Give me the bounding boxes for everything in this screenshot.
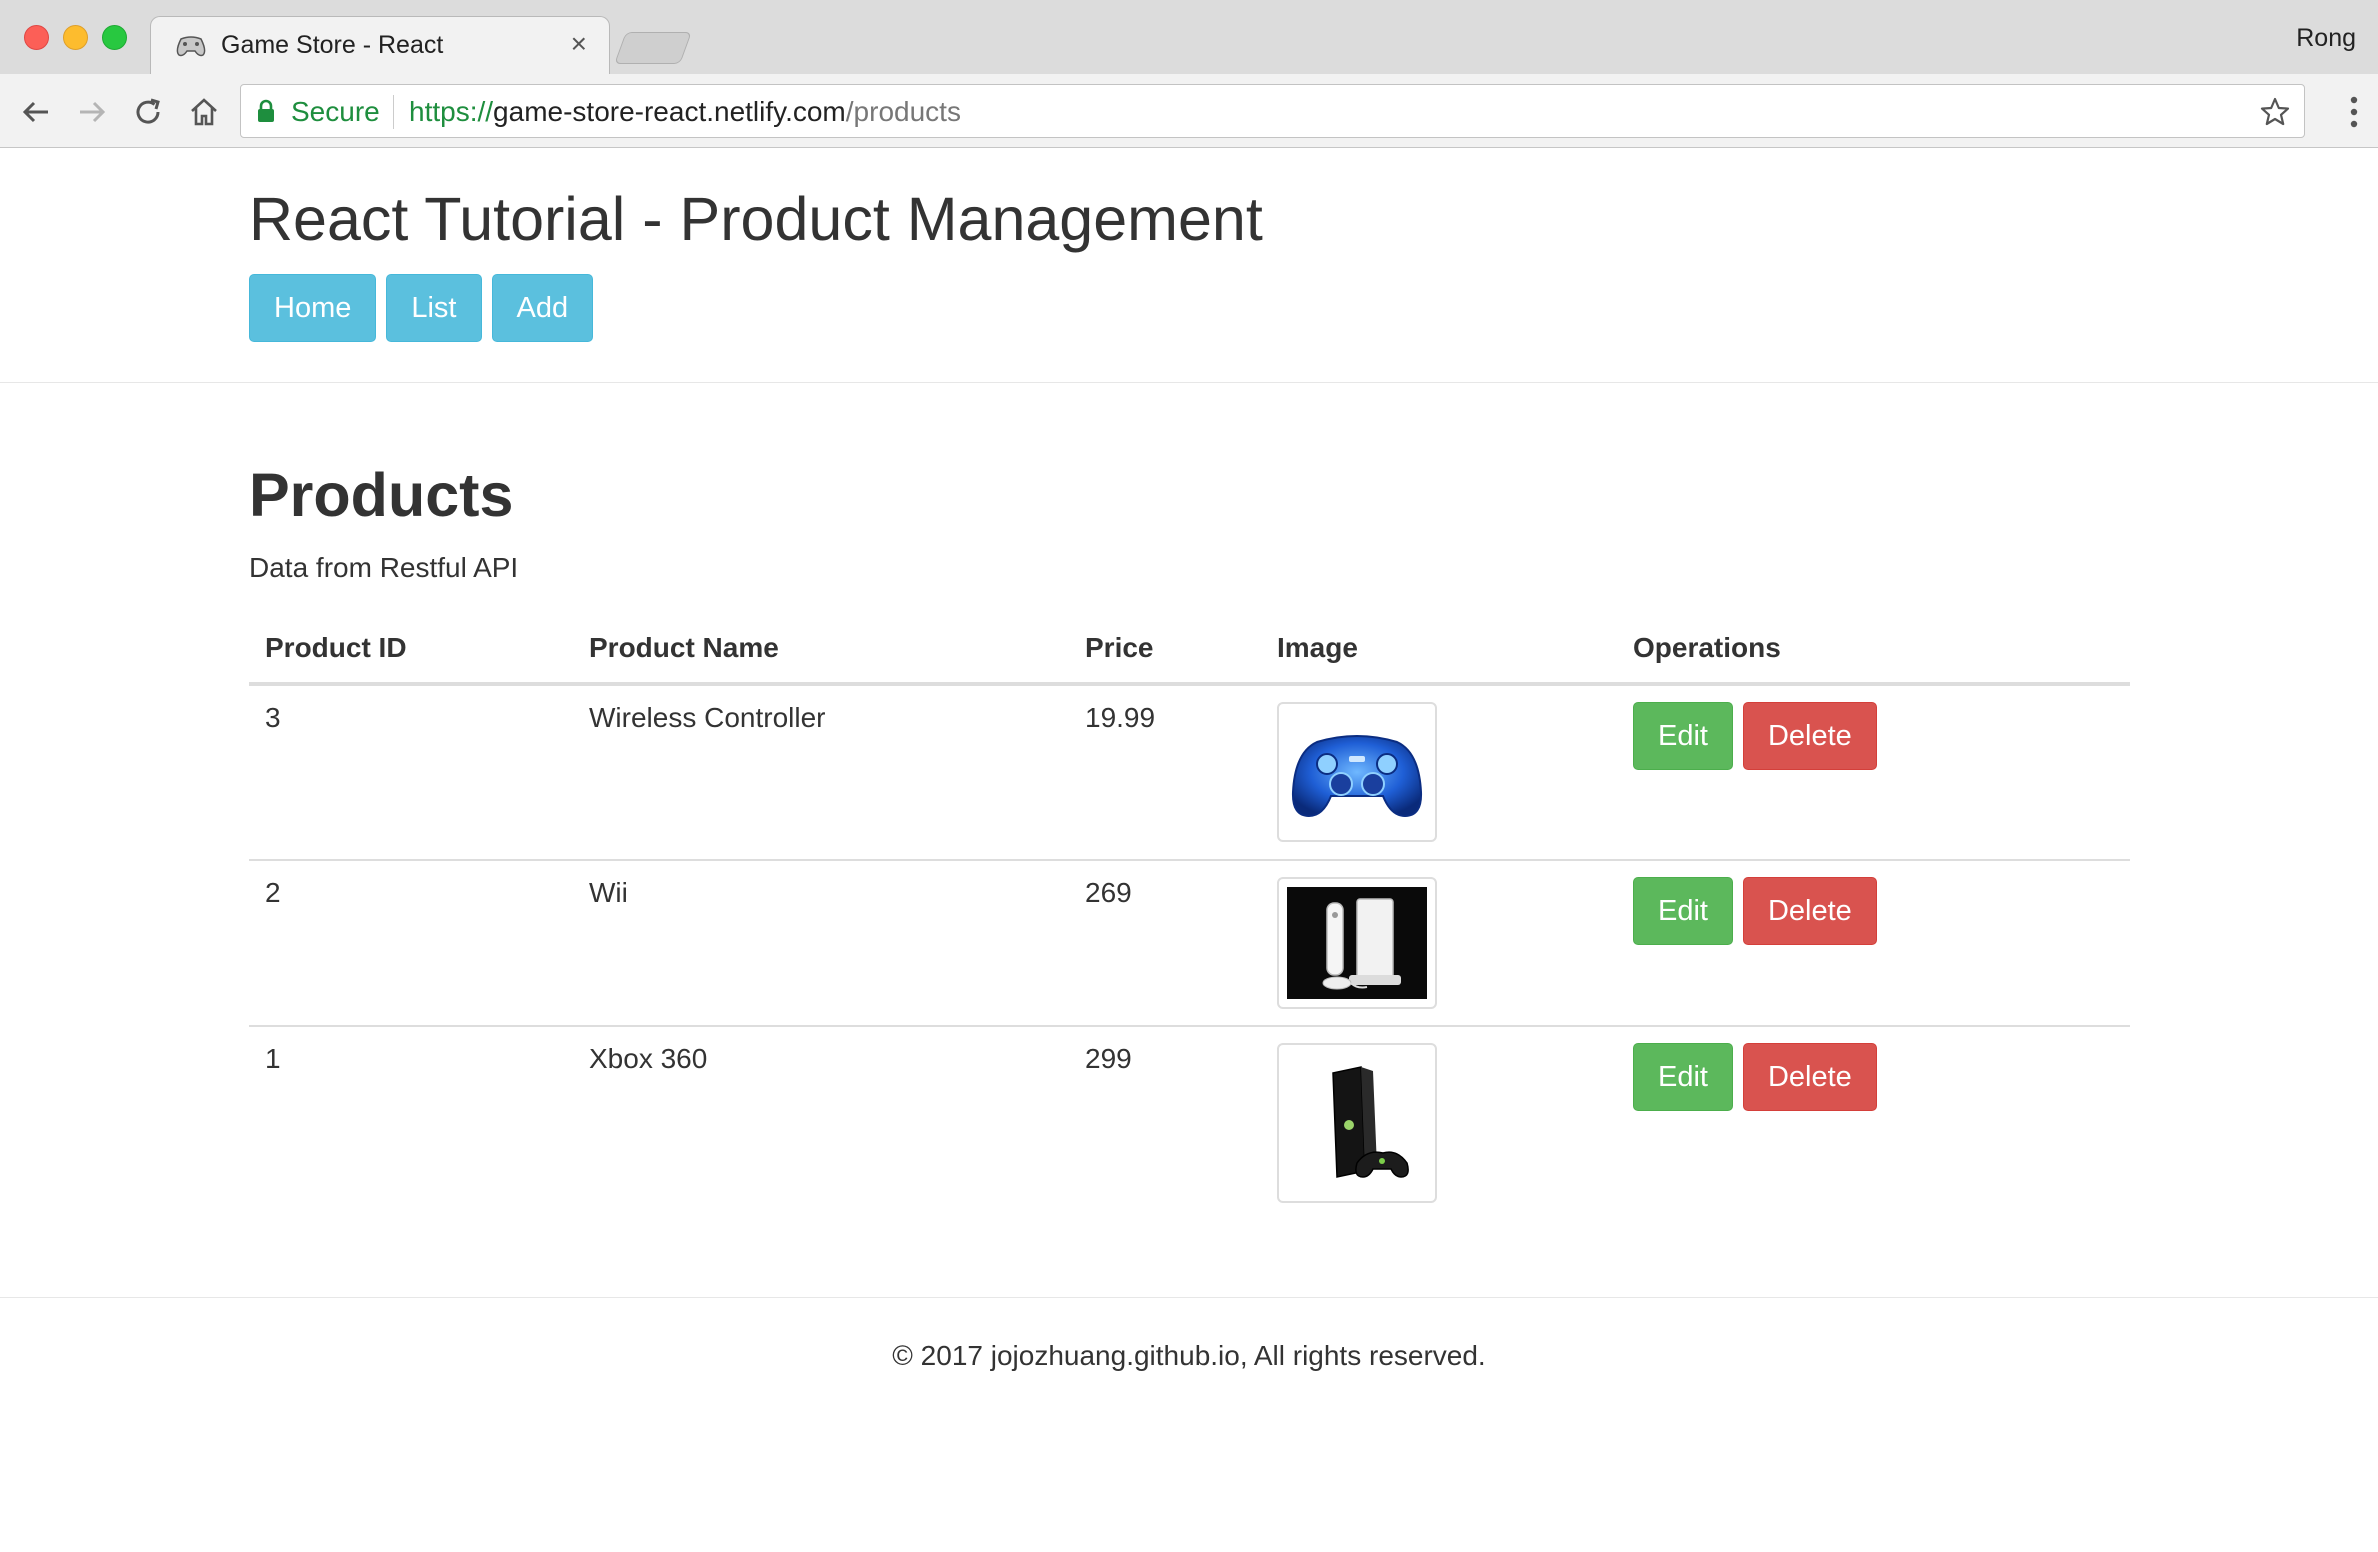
footer-copyright: © 2017 jojozhuang.github.io, All rights … bbox=[892, 1340, 1486, 1371]
column-header-operations: Operations bbox=[1617, 614, 2130, 686]
cell-operations: Edit Delete bbox=[1617, 684, 2130, 860]
browser-tab[interactable]: Game Store - React × bbox=[150, 16, 610, 74]
row-operations: Edit Delete bbox=[1633, 702, 2114, 770]
home-icon bbox=[191, 98, 217, 126]
url-path: /products bbox=[845, 96, 961, 127]
cell-operations: Edit Delete bbox=[1617, 1025, 2130, 1222]
url-host: game-store-react.netlify.com bbox=[493, 96, 846, 127]
row-operations: Edit Delete bbox=[1633, 1043, 2114, 1111]
maximize-window-button[interactable] bbox=[102, 25, 127, 50]
browser-titlebar: Game Store - React × Rong bbox=[0, 0, 2378, 74]
arrow-right-icon bbox=[80, 101, 106, 123]
column-header-name: Product Name bbox=[573, 614, 1069, 686]
minimize-window-button[interactable] bbox=[63, 25, 88, 50]
tab-title: Game Store - React bbox=[221, 31, 444, 59]
cell-id: 2 bbox=[249, 859, 573, 1026]
wii-console-image bbox=[1287, 887, 1427, 999]
reload-icon bbox=[136, 98, 160, 124]
site-footer: © 2017 jojozhuang.github.io, All rights … bbox=[0, 1297, 2378, 1552]
delete-button[interactable]: Delete bbox=[1742, 702, 1877, 770]
cell-name: Wii bbox=[573, 859, 1069, 1026]
table-header-row: Product ID Product Name Price Image Oper… bbox=[249, 614, 2130, 686]
game-controller-image bbox=[1291, 735, 1423, 818]
edit-button[interactable]: Edit bbox=[1633, 877, 1733, 945]
back-button[interactable] bbox=[16, 92, 56, 132]
products-table: Product ID Product Name Price Image Oper… bbox=[249, 614, 2130, 1222]
column-header-price: Price bbox=[1069, 614, 1261, 686]
cell-id: 1 bbox=[249, 1025, 573, 1222]
new-tab-button[interactable] bbox=[614, 32, 692, 64]
product-thumbnail bbox=[1277, 1043, 1437, 1203]
row-operations: Edit Delete bbox=[1633, 877, 2114, 945]
secure-label: Secure bbox=[291, 96, 380, 127]
home-button[interactable] bbox=[184, 92, 224, 132]
more-menu-icon[interactable] bbox=[2350, 96, 2358, 128]
address-bar[interactable]: Secure https://game-store-react.netlify.… bbox=[240, 84, 2305, 138]
cell-image bbox=[1261, 1025, 1617, 1222]
cell-id: 3 bbox=[265, 702, 281, 733]
delete-button[interactable]: Delete bbox=[1742, 1043, 1877, 1111]
table-row: 1 Xbox 360 299 Edit Delete bbox=[249, 1025, 2130, 1222]
nav-home-button[interactable]: Home bbox=[249, 274, 377, 342]
cell-price: 19.99 bbox=[1085, 702, 1156, 733]
reload-button[interactable] bbox=[128, 92, 168, 132]
page-subtitle: Data from Restful API bbox=[249, 552, 519, 583]
url-text[interactable]: https://game-store-react.netlify.com/pro… bbox=[409, 96, 961, 128]
close-window-button[interactable] bbox=[24, 25, 49, 50]
arrow-left-icon bbox=[22, 101, 48, 123]
xbox-360-console-image bbox=[1287, 1053, 1427, 1193]
product-thumbnail bbox=[1277, 702, 1437, 842]
cell-name: Xbox 360 bbox=[573, 1025, 1069, 1222]
forward-button[interactable] bbox=[72, 92, 112, 132]
profile-name[interactable]: Rong bbox=[2296, 24, 2356, 53]
url-separator bbox=[393, 95, 394, 129]
cell-image bbox=[1261, 859, 1617, 1026]
url-scheme: https:// bbox=[409, 96, 494, 127]
site-title: React Tutorial - Product Management bbox=[249, 185, 1263, 253]
main-nav: Home List Add bbox=[249, 274, 594, 342]
table-row: 3 Wireless Controller 19.99 Edit Delete bbox=[249, 684, 2130, 860]
column-header-image: Image bbox=[1261, 614, 1617, 686]
cell-operations: Edit Delete bbox=[1617, 859, 2130, 1026]
table-row: 2 Wii 269 Edit Delete bbox=[249, 859, 2130, 1026]
site-header: React Tutorial - Product Management Home… bbox=[0, 148, 2378, 383]
cell-price: 299 bbox=[1069, 1025, 1261, 1222]
nav-add-button[interactable]: Add bbox=[491, 274, 594, 342]
page-content: React Tutorial - Product Management Home… bbox=[0, 148, 2378, 1552]
gamepad-favicon-icon bbox=[176, 36, 206, 57]
cell-image bbox=[1261, 684, 1617, 860]
edit-button[interactable]: Edit bbox=[1633, 702, 1733, 770]
nav-list-button[interactable]: List bbox=[386, 274, 482, 342]
cell-price: 269 bbox=[1069, 859, 1261, 1026]
page-title: Products bbox=[249, 461, 514, 529]
edit-button[interactable]: Edit bbox=[1633, 1043, 1733, 1111]
bookmark-star-icon[interactable] bbox=[2260, 97, 2290, 127]
product-thumbnail bbox=[1277, 877, 1437, 1009]
tab-close-icon[interactable]: × bbox=[571, 28, 587, 59]
column-header-id: Product ID bbox=[249, 614, 573, 686]
cell-name: Wireless Controller bbox=[589, 702, 826, 733]
lock-icon bbox=[258, 99, 274, 122]
browser-toolbar: Secure https://game-store-react.netlify.… bbox=[0, 74, 2378, 148]
delete-button[interactable]: Delete bbox=[1742, 877, 1877, 945]
